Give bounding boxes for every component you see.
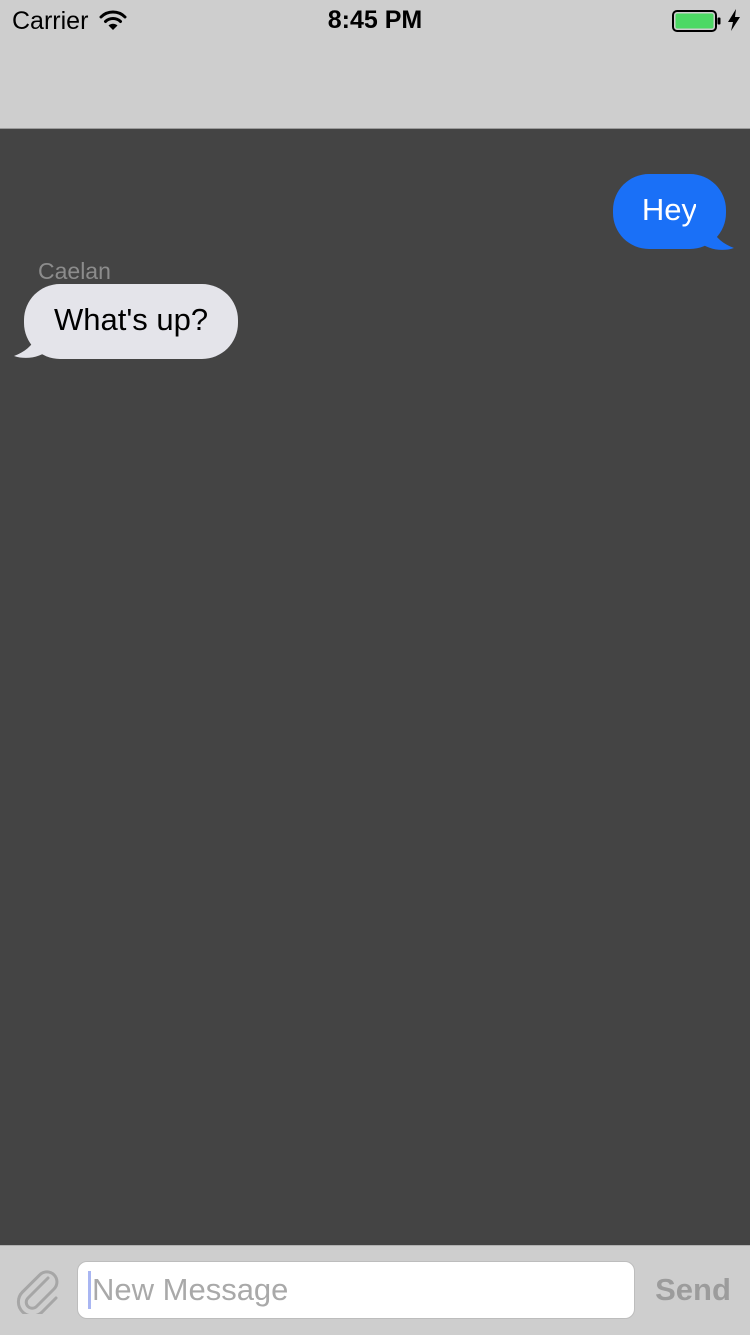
message-input-bar: Send <box>0 1245 750 1335</box>
send-button[interactable]: Send <box>640 1264 746 1316</box>
incoming-message-bubble: What's up? <box>24 284 239 359</box>
incoming-bubble-tail <box>14 308 52 358</box>
battery-icon <box>672 10 721 32</box>
message-list: Hey Caelan What's up? <box>0 129 750 1245</box>
message-input[interactable] <box>77 1261 635 1319</box>
status-bar: Carrier 8:45 PM <box>0 0 750 40</box>
text-cursor <box>88 1271 91 1309</box>
sender-name: Caelan <box>38 258 111 284</box>
paperclip-icon[interactable] <box>14 1266 62 1314</box>
navigation-bar <box>0 40 750 129</box>
charging-icon <box>728 9 740 31</box>
outgoing-bubble-tail <box>696 200 734 250</box>
status-time: 8:45 PM <box>327 6 423 34</box>
